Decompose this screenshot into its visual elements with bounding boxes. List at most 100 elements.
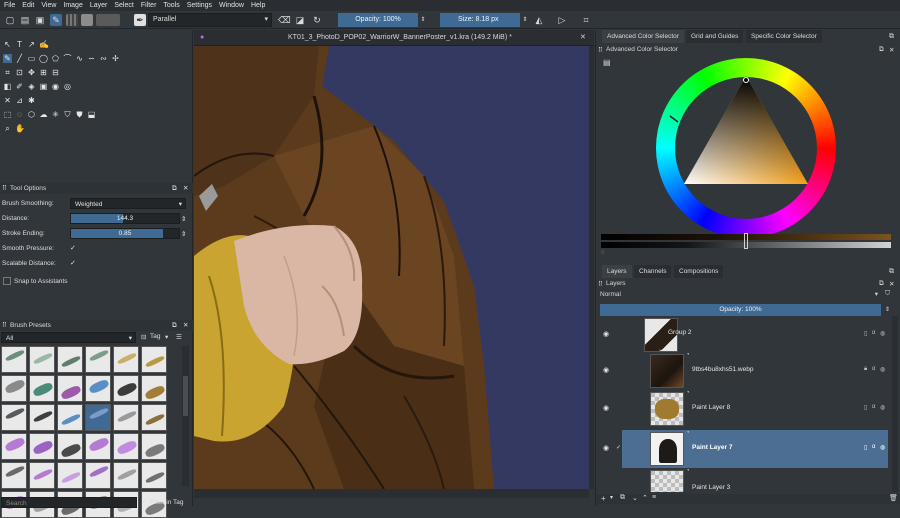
float-dock-icon[interactable]: ⧉ xyxy=(172,320,177,331)
crop-image-icon[interactable]: ⊞ xyxy=(39,68,48,77)
duplicate-layer-icon[interactable]: ⧉ xyxy=(620,494,625,502)
lock-icon[interactable]: ▯ xyxy=(864,444,867,451)
menu-tools[interactable]: Tools xyxy=(163,2,179,9)
menu-filter[interactable]: Filter xyxy=(141,2,157,9)
brush-preset-thumbnail[interactable] xyxy=(1,404,27,431)
fill-pattern-icon[interactable] xyxy=(96,14,120,26)
dynamic-brush-icon[interactable]: ∾ xyxy=(99,54,108,63)
tab-channels[interactable]: Channels xyxy=(634,265,672,278)
pan-tool-icon[interactable]: ✋ xyxy=(15,124,25,133)
eye-icon[interactable]: ◉ xyxy=(603,444,609,452)
layer-properties-icon[interactable]: ◔ xyxy=(686,468,690,474)
brush-preset-thumbnail[interactable] xyxy=(113,375,139,402)
zoom-tool-icon[interactable]: ⌕ xyxy=(3,124,12,133)
document-title[interactable]: KT01_3_PhotoD_POP02_WarriorW_BannerPoste… xyxy=(288,30,512,46)
tab-compositions[interactable]: Compositions xyxy=(674,265,724,278)
layer-properties-icon[interactable]: ≡ xyxy=(652,494,656,501)
float-dock-icon[interactable]: ⧉ xyxy=(172,183,177,194)
brush-preset-thumbnail[interactable] xyxy=(85,404,111,431)
bezier-tool-icon[interactable]: ∿ xyxy=(75,54,84,63)
layer-properties-icon[interactable]: ◔ xyxy=(686,430,690,436)
close-dock-icon[interactable]: ✕ xyxy=(183,183,188,194)
brush-preset-thumbnail[interactable] xyxy=(29,404,55,431)
layer-opacity-slider[interactable]: Opacity: 100% xyxy=(600,304,881,316)
select-shapes-icon[interactable]: ↖ xyxy=(3,40,12,49)
brush-filter-dropdown[interactable]: All ▾ xyxy=(1,332,136,343)
brush-preset-thumbnail[interactable] xyxy=(29,462,55,489)
spin-icon[interactable]: ⇕ xyxy=(181,215,186,223)
layer-properties-icon[interactable]: ◔ xyxy=(686,352,690,358)
contiguous-select-icon[interactable]: ✳ xyxy=(51,110,60,119)
brush-scrollbar-thumb[interactable] xyxy=(183,376,188,416)
brush-preset-thumbnail[interactable] xyxy=(113,433,139,460)
move-up-icon[interactable]: ⌃ xyxy=(642,494,648,502)
inherit-alpha-icon[interactable]: ◍ xyxy=(880,330,885,337)
view-options-icon[interactable]: ☰ xyxy=(176,333,182,341)
layer-row-paint-layer-8[interactable]: ◉ ◔ Paint Layer 8 ▯ α ◍ xyxy=(603,390,888,428)
layer-name[interactable]: Paint Layer 7 xyxy=(692,444,732,451)
inherit-alpha-icon[interactable]: ◍ xyxy=(880,404,885,411)
brush-preset-icon[interactable]: ✒ xyxy=(134,14,146,26)
transform-tool-icon[interactable]: ⊡ xyxy=(15,68,24,77)
close-dock-icon[interactable]: ✕ xyxy=(183,320,188,331)
multibrush-icon[interactable]: ✢ xyxy=(111,54,120,63)
text-tool-icon[interactable]: T xyxy=(15,40,24,49)
canvas-horizontal-scrollbar[interactable] xyxy=(194,489,589,498)
freehand-brush-icon[interactable]: ✎ xyxy=(3,54,12,63)
eraser-icon[interactable]: ⌫ xyxy=(278,14,291,26)
tab-grid-and-guides[interactable]: Grid and Guides xyxy=(686,30,744,43)
color-history-icon[interactable]: ◌ xyxy=(601,250,605,256)
close-dock-icon[interactable]: ✕ xyxy=(889,280,894,288)
freehand-select-icon[interactable]: ☁ xyxy=(39,110,48,119)
smart-patch-icon[interactable]: ▣ xyxy=(39,82,48,91)
layer-row-group-2[interactable]: ◉ ⌄ Group 2 ▯ α ◍ xyxy=(603,316,888,354)
lock-icon[interactable]: 🔒︎ xyxy=(864,366,867,373)
brush-preset-thumbnail[interactable] xyxy=(57,346,83,373)
gradient-icon[interactable] xyxy=(66,14,78,26)
opacity-spin-icon[interactable]: ⇕ xyxy=(885,306,890,313)
lock-icon[interactable]: ▯ xyxy=(864,404,867,411)
line-tool-icon[interactable]: ╱ xyxy=(15,54,24,63)
size-slider[interactable]: Size: 8.18 px xyxy=(440,13,520,27)
layer-name[interactable]: 9tbs4bu8xhs51.webp xyxy=(692,366,753,373)
brush-editor-icon[interactable]: ✎ xyxy=(50,14,62,26)
brush-preset-thumbnail[interactable] xyxy=(141,433,167,460)
fill-tool-icon[interactable]: ◉ xyxy=(51,82,60,91)
close-dock-icon[interactable]: ✕ xyxy=(889,46,894,54)
tag-label[interactable]: Tag xyxy=(150,333,160,340)
assistant-tool-icon[interactable]: ✕ xyxy=(3,96,12,105)
stroke-ending-slider[interactable]: 0.85 xyxy=(70,228,180,239)
layer-row-paint-layer-7[interactable]: ◉ ✓ ◔ Paint Layer 7 ▯ α ◍ xyxy=(603,430,888,468)
chevron-down-icon[interactable]: ▾ xyxy=(165,333,168,341)
brush-preset-thumbnail[interactable] xyxy=(57,433,83,460)
similar-select-icon[interactable]: ⛉ xyxy=(63,110,72,119)
measure-tool-icon[interactable]: ⊿ xyxy=(15,96,24,105)
menu-window[interactable]: Window xyxy=(219,2,244,9)
brush-search-input[interactable]: Search xyxy=(1,497,137,508)
polygon-tool-icon[interactable]: ⬠ xyxy=(51,54,60,63)
rectangle-tool-icon[interactable]: ▭ xyxy=(27,54,36,63)
pattern-icon[interactable] xyxy=(81,14,93,26)
bezier-select-icon[interactable]: ⛊ xyxy=(75,110,84,119)
ellipse-select-icon[interactable]: ◌ xyxy=(15,110,24,119)
layer-properties-icon[interactable]: ◔ xyxy=(686,390,690,396)
menu-file[interactable]: File xyxy=(4,2,15,9)
layer-row-paint-layer-3[interactable]: ◉ ◔ Paint Layer 3 xyxy=(622,468,888,492)
brush-preset-thumbnail[interactable] xyxy=(141,346,167,373)
eye-icon[interactable]: ◉ xyxy=(603,366,609,374)
spin-icon[interactable]: ⇕ xyxy=(181,230,186,238)
brush-preset-thumbnail[interactable] xyxy=(113,462,139,489)
opacity-slider[interactable]: Opacity: 100% xyxy=(338,13,418,27)
float-dock-icon[interactable]: ⧉ xyxy=(879,46,884,54)
float-dock-icon[interactable]: ⧉ xyxy=(879,280,884,288)
tab-specific-color-selector[interactable]: Specific Color Selector xyxy=(746,30,822,43)
layer-name[interactable]: Group 2 xyxy=(668,329,692,336)
brush-preset-thumbnail[interactable] xyxy=(29,433,55,460)
smooth-pressure-checkbox[interactable]: ✓ xyxy=(70,245,78,253)
layer-row-webp[interactable]: ◉ ◔ 9tbs4bu8xhs51.webp 🔒︎ α ◍ xyxy=(603,352,888,390)
grid-tool-icon[interactable]: ⊟ xyxy=(51,68,60,77)
brush-preset-thumbnail[interactable] xyxy=(141,462,167,489)
colorize-mask-icon[interactable]: ◈ xyxy=(27,82,36,91)
brush-preset-thumbnail[interactable] xyxy=(57,404,83,431)
brush-preset-thumbnail[interactable] xyxy=(113,404,139,431)
